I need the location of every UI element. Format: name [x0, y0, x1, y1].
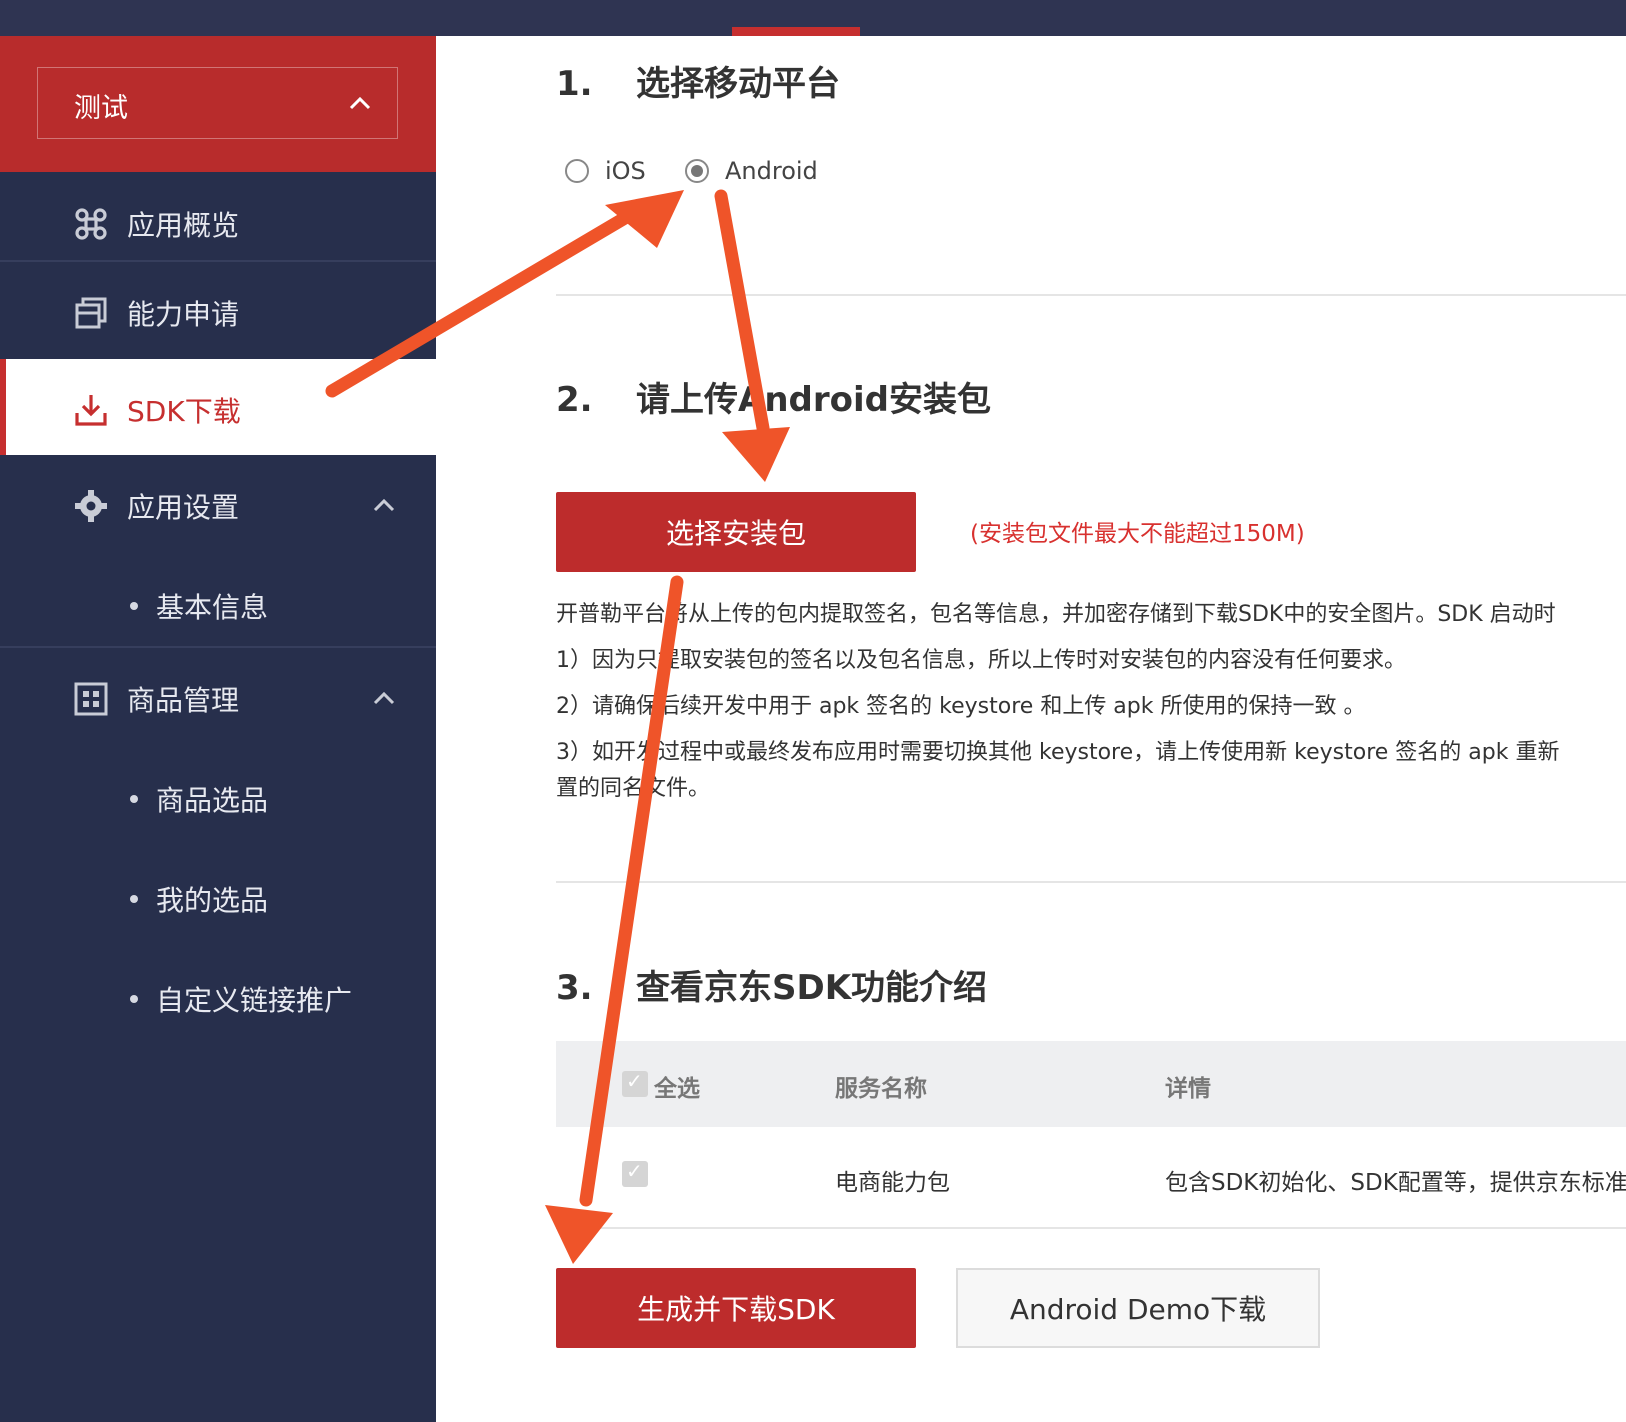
- section-divider: [556, 881, 1626, 883]
- service-name: 电商能力包: [835, 1170, 950, 1196]
- app-selector-panel: 测试: [0, 36, 436, 172]
- radio-android[interactable]: Android: [685, 156, 818, 186]
- radio-ios[interactable]: iOS: [565, 156, 646, 186]
- radio-label: Android: [725, 157, 818, 185]
- app-selector[interactable]: 测试: [37, 67, 398, 139]
- window-icon: [75, 297, 107, 329]
- sidebar-subitem-label: 商品选品: [156, 784, 269, 817]
- row-checkbox[interactable]: [622, 1159, 648, 1187]
- radio-circle[interactable]: [685, 159, 709, 183]
- command-icon: [75, 208, 107, 240]
- chevron-up-icon: [373, 691, 395, 705]
- bullet-dot: [130, 895, 138, 903]
- sidebar-item-sdk-download[interactable]: SDK下载: [0, 359, 436, 455]
- step-number: 3.: [556, 968, 593, 1008]
- sidebar-item-label: SDK下载: [127, 395, 241, 428]
- column-header: 详情: [1165, 1076, 1211, 1102]
- gear-icon: [75, 490, 107, 522]
- sidebar-subitem-my-selection[interactable]: 我的选品: [0, 848, 436, 948]
- size-limit-note: (安装包文件最大不能超过150M): [970, 521, 1305, 547]
- active-tab-indicator: [732, 27, 860, 36]
- step-number: 2.: [556, 380, 593, 420]
- sidebar: 测试 应用概览 能力申请 SDK下载 应用设置 基本信息 商品管理 商品选品 我…: [0, 36, 436, 1422]
- sidebar-item-goods[interactable]: 商品管理: [0, 648, 436, 748]
- choose-package-button[interactable]: 选择安装包: [556, 492, 916, 572]
- generate-download-sdk-button[interactable]: 生成并下载SDK: [556, 1268, 916, 1348]
- sidebar-item-label: 能力申请: [127, 298, 240, 331]
- sidebar-subitem-label: 基本信息: [156, 591, 269, 624]
- sidebar-subitem-custom-link[interactable]: 自定义链接推广: [0, 948, 436, 1048]
- step3-heading: 3. 查看京东SDK功能介绍: [556, 960, 987, 1009]
- select-all-checkbox[interactable]: [622, 1069, 648, 1097]
- step-title: 查看京东SDK功能介绍: [636, 968, 988, 1008]
- android-demo-download-button[interactable]: Android Demo下载: [956, 1268, 1320, 1348]
- section-divider: [556, 294, 1626, 296]
- sidebar-subitem-goods-select[interactable]: 商品选品: [0, 748, 436, 848]
- chevron-up-icon: [373, 498, 395, 512]
- desc-line: 3）如开发过程中或最终发布应用时需要切换其他 keystore，请上传使用新 k…: [556, 740, 1560, 765]
- sidebar-item-ability[interactable]: 能力申请: [0, 262, 436, 362]
- desc-line: 置的同名文件。: [556, 776, 711, 801]
- radio-label: iOS: [605, 157, 646, 185]
- sidebar-item-label: 应用设置: [127, 491, 240, 524]
- step-title: 选择移动平台: [636, 64, 840, 104]
- desc-line: 2）请确保后续开发中用于 apk 签名的 keystore 和上传 apk 所使…: [556, 694, 1366, 719]
- sidebar-item-label: 应用概览: [127, 209, 240, 242]
- sidebar-item-app-settings[interactable]: 应用设置: [0, 455, 436, 555]
- radio-circle[interactable]: [565, 159, 589, 183]
- app-name: 测试: [74, 93, 128, 124]
- desc-line: 开普勒平台将从上传的包内提取签名，包名等信息，并加密存储到下载SDK中的安全图片…: [556, 602, 1556, 627]
- sidebar-subitem-label: 我的选品: [156, 884, 269, 917]
- step-title: 请上传Android安装包: [636, 380, 991, 420]
- bullet-dot: [130, 795, 138, 803]
- top-navbar: [0, 0, 1626, 36]
- step2-heading: 2. 请上传Android安装包: [556, 372, 991, 421]
- table-header: 全选 服务名称 详情: [556, 1041, 1626, 1127]
- service-detail: 包含SDK初始化、SDK配置等，提供京东标准: [1165, 1170, 1626, 1196]
- table-row: 电商能力包 包含SDK初始化、SDK配置等，提供京东标准: [556, 1127, 1626, 1229]
- bullet-dot: [130, 602, 138, 610]
- sidebar-subitem-basic-info[interactable]: 基本信息: [0, 555, 436, 655]
- step-number: 1.: [556, 64, 593, 104]
- sidebar-item-overview[interactable]: 应用概览: [0, 173, 436, 273]
- bullet-dot: [130, 995, 138, 1003]
- desc-line: 1）因为只提取安装包的签名以及包名信息，所以上传时对安装包的内容没有任何要求。: [556, 648, 1406, 673]
- sidebar-subitem-label: 自定义链接推广: [156, 984, 353, 1017]
- step1-heading: 1. 选择移动平台: [556, 56, 840, 105]
- column-header: 服务名称: [835, 1076, 927, 1102]
- column-header: 全选: [654, 1076, 700, 1102]
- download-icon: [75, 395, 107, 426]
- main-content: 1. 选择移动平台 iOS Android 2. 请上传Android安装包 选择安…: [436, 36, 1626, 1422]
- grid-icon: [74, 682, 108, 716]
- chevron-up-icon: [349, 96, 371, 110]
- sidebar-item-label: 商品管理: [127, 684, 240, 717]
